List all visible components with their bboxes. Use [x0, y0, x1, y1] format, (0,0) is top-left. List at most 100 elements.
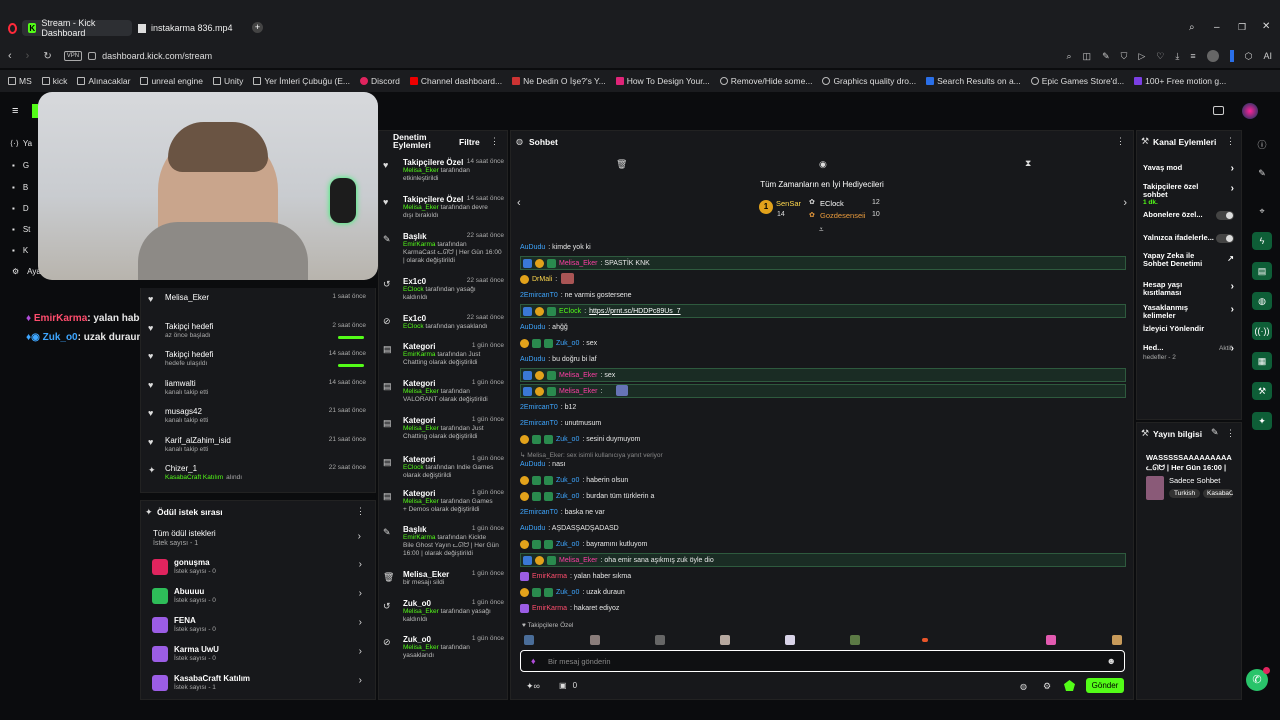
chat-message[interactable]: AuDudu: kimde yok ki — [520, 240, 591, 254]
bookmark-item[interactable]: Remove/Hide some... — [719, 76, 812, 86]
chat-username[interactable]: 2EmircanT0 — [520, 404, 558, 411]
gift-icon[interactable]: ✦∞ — [526, 681, 540, 692]
moderation-item[interactable]: ♥ Takipçilere Özel 14 saat önce Melisa_Eker… — [383, 158, 504, 192]
shield-icon[interactable]: ⛉ — [1121, 51, 1128, 62]
url-text[interactable]: dashboard.kick.com/stream — [102, 51, 212, 61]
expand-icon[interactable]: ⩡ — [819, 225, 824, 235]
chat-message[interactable]: Zuk_o0: sesini duymuyom — [520, 432, 640, 446]
chat-message[interactable]: 2EmircanT0: unutmusum — [520, 416, 601, 430]
chat-message[interactable]: EmirKarma: yalan haber sıkma — [520, 569, 631, 583]
emote-thumbnail[interactable] — [524, 635, 534, 645]
profile-avatar[interactable] — [1206, 50, 1219, 62]
chat-link[interactable]: https://prnt.sc/HDDPc89Us_7 — [589, 308, 680, 315]
nav-item[interactable]: ▪ D — [12, 204, 29, 213]
bookmark-item[interactable]: MS — [8, 76, 32, 86]
chat-username[interactable]: Zuk_o0 — [556, 340, 579, 347]
cube-icon[interactable]: ⬡ — [1245, 51, 1253, 62]
moderation-item[interactable]: ✎ Başlık 1 gün önce EmirKarma tarafından Ki… — [383, 525, 504, 559]
reload-icon[interactable]: ↻ — [43, 51, 51, 62]
new-tab-icon[interactable]: + — [252, 22, 263, 33]
nav-item[interactable]: ⚙ Aya — [12, 267, 41, 276]
edit-icon[interactable]: ✎ — [1102, 51, 1110, 62]
bookmark-item[interactable]: Discord — [360, 76, 400, 86]
bookmark-item[interactable]: How To Design Your... — [615, 76, 710, 86]
edit-icon[interactable]: ✎ — [1211, 427, 1219, 438]
chat-username[interactable]: AuDudu — [520, 525, 545, 532]
channel-action-item[interactable]: İzleyici Yönlendir — [1143, 324, 1238, 333]
chat-username[interactable]: EClock — [559, 308, 581, 315]
channel-action-item[interactable]: Yavaş mod › — [1143, 163, 1238, 174]
info-icon[interactable]: ⓘ — [1252, 135, 1272, 153]
all-rewards-row[interactable]: Tüm ödül istekleri İstek sayısı - 1 › — [149, 529, 369, 553]
moderation-item[interactable]: ▤ Kategori 1 gün önce Melisa_Eker tarafında… — [383, 416, 504, 450]
nav-item[interactable]: ▪ B — [12, 183, 28, 192]
chat-options-icon[interactable]: ◍ — [1020, 682, 1027, 691]
chat-username[interactable]: Zuk_o0 — [556, 477, 579, 484]
reward-item[interactable]: KasabaCraft Katılım İstek sayısı - 1 › — [148, 673, 370, 699]
chat-message[interactable]: AuDudu: nası — [520, 457, 565, 471]
emote-thumbnail[interactable] — [922, 638, 928, 642]
nav-item[interactable]: ▪ St — [12, 225, 30, 234]
activity-item[interactable]: ♥ Takipçi hedefi 14 saat önce hedefe ulaşıl… — [148, 350, 370, 376]
bookmark-item[interactable]: Yer İmleri Çubuğu (E... — [253, 76, 350, 86]
chat-username[interactable]: Melisa_Eker — [559, 260, 598, 267]
chat-username[interactable]: 2EmircanT0 — [520, 292, 558, 299]
minimize-icon[interactable]: – — [1214, 22, 1220, 33]
gifter-name[interactable]: Gozdesenseii — [820, 211, 865, 220]
search-icon[interactable]: ⌕ — [1067, 51, 1072, 62]
chat-message[interactable]: Melisa_Eker: oha emir sana aşıkmış zuk ö… — [520, 553, 1126, 567]
tag[interactable]: KasabaC — [1203, 489, 1233, 498]
chat-message[interactable]: Zuk_o0: bayramını kutluyom — [520, 537, 647, 551]
nav-item[interactable]: ▪ G — [12, 161, 29, 170]
chat-username[interactable]: 2EmircanT0 — [520, 509, 558, 516]
chevron-right-icon[interactable]: › — [1123, 197, 1127, 209]
edit-icon[interactable]: ✎ — [1252, 164, 1272, 182]
send-button[interactable]: Gönder — [1086, 678, 1124, 693]
menu-icon[interactable]: ≡ — [1190, 51, 1195, 61]
moderation-item[interactable]: ⊘ Zuk_o0 1 gün önce Melisa_Eker tarafından y… — [383, 635, 504, 669]
chat-message[interactable]: Melisa_Eker: sex — [520, 368, 1126, 382]
heart-icon[interactable]: ♡ — [1156, 51, 1164, 62]
bookmark-item[interactable]: Unity — [212, 76, 243, 86]
more-options-icon[interactable]: ⋮ — [1226, 428, 1235, 439]
nav-item[interactable]: ▪ K — [12, 246, 28, 255]
close-window-icon[interactable]: ✕ — [1262, 21, 1270, 32]
activity-item[interactable]: ♥ musags42 21 saat önce kanalı takip etti — [148, 407, 370, 433]
more-options-icon[interactable]: ⋮ — [490, 136, 499, 147]
hamburger-menu-icon[interactable]: ≡ — [12, 105, 18, 117]
more-options-icon[interactable]: ⋮ — [356, 506, 365, 517]
search-tabs-icon[interactable]: ⌕ — [1189, 22, 1195, 33]
target-icon[interactable]: ⌖ — [1252, 202, 1272, 220]
channel-action-item[interactable]: Hed... Aktif hedefler - 2 › — [1143, 343, 1238, 361]
channel-action-item[interactable]: Takipçilere özel sohbet 1 dk. › — [1143, 183, 1238, 207]
trash-icon[interactable]: 🗑 — [616, 159, 627, 170]
hourglass-icon[interactable]: ⧗ — [1025, 158, 1031, 169]
moderation-item[interactable]: ▤ Kategori 1 gün önce EmirKarma tarafından … — [383, 342, 504, 376]
toggle-switch[interactable] — [1216, 211, 1234, 220]
camera-icon[interactable] — [1213, 106, 1224, 115]
download-icon[interactable]: ⤓ — [1175, 51, 1179, 62]
chevron-left-icon[interactable]: ‹ — [517, 197, 521, 209]
chat-message[interactable]: DrMali: — [520, 272, 557, 286]
ai-label[interactable]: AI — [1263, 51, 1272, 61]
user-avatar[interactable] — [1242, 103, 1258, 119]
chat-username[interactable]: AuDudu — [520, 461, 545, 468]
chat-message[interactable]: EClock: https://prnt.sc/HDDPc89Us_7 — [520, 304, 1126, 318]
emote-thumbnail[interactable] — [590, 635, 600, 645]
emote-thumbnail[interactable] — [785, 635, 795, 645]
gifter-name[interactable]: SenSar — [776, 199, 801, 208]
chat-username[interactable]: Melisa_Eker — [559, 557, 598, 564]
moderation-item[interactable]: ↺ Ex1c0 22 saat önce EClock tarafından yasa… — [383, 277, 504, 311]
site-info-icon[interactable] — [88, 52, 97, 60]
back-icon[interactable]: ‹ — [8, 50, 12, 62]
tab-stream-kick[interactable]: K Stream - Kick Dashboard — [22, 18, 132, 38]
chat-username[interactable]: DrMali — [532, 276, 552, 283]
activity-item[interactable]: ✦ Chizer_1 22 saat önce KasabaCraft Katılım… — [148, 464, 370, 490]
chat-message[interactable]: AuDudu: AŞDASŞADŞADASD — [520, 521, 619, 535]
gear-icon[interactable]: ⚙ — [1043, 681, 1051, 692]
bookmark-item[interactable]: Channel dashboard... — [409, 76, 502, 86]
moderation-item[interactable]: ♥ Takipçilere Özel 14 saat önce Melisa_Eker… — [383, 195, 504, 229]
chat-message[interactable]: 2EmircanT0: ne varmis gostersene — [520, 288, 632, 302]
chat-username[interactable]: Zuk_o0 — [556, 436, 579, 443]
wrench-icon[interactable]: ⚒ — [1252, 382, 1272, 400]
